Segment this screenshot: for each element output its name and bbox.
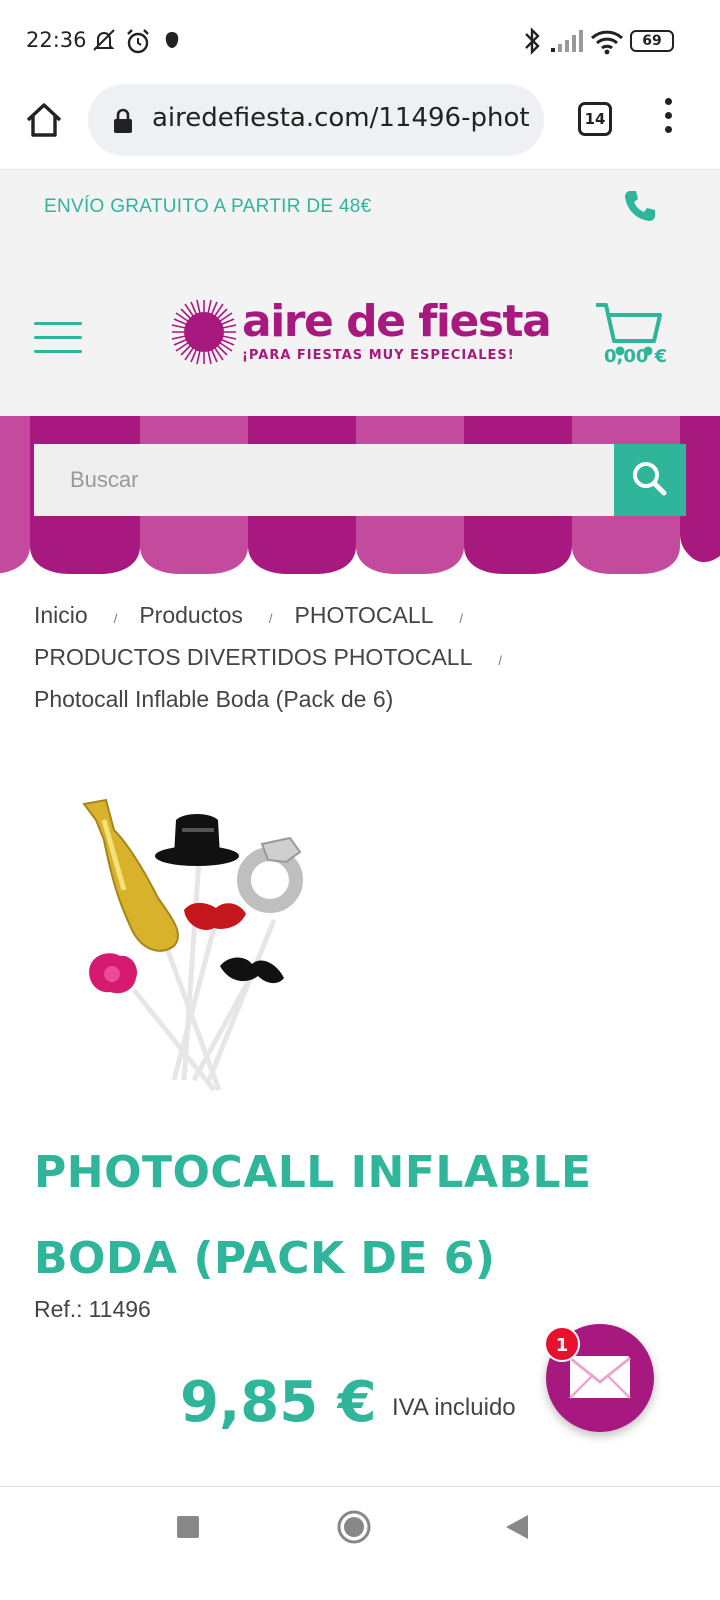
app-notification-icon [165,32,179,48]
alarm-icon [127,29,149,54]
signal-icon [551,30,583,52]
breadcrumb-separator: / [459,611,464,626]
promo-bar: ENVÍO GRATUITO A PARTIR DE 48€ [0,170,720,246]
browser-menu-button[interactable] [660,98,676,142]
logo-wordmark: aire de fiesta [242,296,552,347]
balloon-props-image [82,798,303,1092]
notification-badge: 1 [544,1326,580,1362]
site-logo[interactable]: aire de fiesta ¡PARA FIESTAS MUY ESPECIA… [170,296,552,368]
breadcrumb: Inicio / Productos / PHOTOCALL / PRODUCTOS DI… [34,596,674,718]
menu-dot-icon [664,112,672,119]
sun-logo-icon [171,299,237,365]
browser-toolbar: airedefiesta.com/11496-phot 14 [0,84,720,170]
search-banner [0,416,720,588]
clock: 22:36 [26,28,87,52]
product-image[interactable] [34,780,384,1110]
breadcrumb-home[interactable]: Inicio [34,602,88,628]
product-title-line-1: PHOTOCALL INFLABLE [34,1147,592,1198]
tab-switcher-button[interactable]: 14 [578,102,612,136]
address-bar[interactable]: airedefiesta.com/11496-phot [88,84,544,156]
bluetooth-icon [525,27,540,55]
breadcrumb-photocall[interactable]: PHOTOCALL [295,602,434,628]
breadcrumb-current: Photocall Inflable Boda (Pack de 6) [34,686,394,712]
menu-dot-icon [664,98,672,105]
logo-tagline: ¡PARA FIESTAS MUY ESPECIALES! [242,348,515,363]
reference-label: Ref.: [34,1296,83,1322]
product-reference: Ref.: 11496 [34,1296,151,1323]
breadcrumb-separator: / [268,611,273,626]
cart-total[interactable]: 0,00 € [604,346,667,367]
menu-dot-icon [664,126,672,133]
breadcrumb-products[interactable]: Productos [139,602,243,628]
product-title-line-2: BODA (PACK DE 6) [34,1233,496,1284]
url-text: airedefiesta.com/11496-phot [152,103,530,133]
search-icon [633,462,667,496]
battery-icon: 69 [630,30,674,52]
tax-note: IVA incluido [392,1394,516,1421]
wifi-icon [590,30,624,55]
lock-icon [114,108,132,133]
status-bar: 22:36 69 [0,0,720,84]
free-shipping-text: ENVÍO GRATUITO A PARTIR DE 48€ [44,196,372,217]
breadcrumb-separator: / [113,611,118,626]
back-icon[interactable] [504,1513,530,1541]
breadcrumb-category[interactable]: PRODUCTOS DIVERTIDOS PHOTOCALL [34,644,472,670]
phone-icon[interactable] [622,188,658,224]
breadcrumb-separator: / [498,653,502,668]
system-navigation-bar [0,1486,720,1600]
product-title: PHOTOCALL INFLABLE BODA (PACK DE 6) [34,1130,634,1302]
search-input[interactable] [34,444,614,516]
recent-apps-icon[interactable] [176,1515,200,1539]
site-header: aire de fiesta ¡PARA FIESTAS MUY ESPECIA… [0,246,720,416]
mute-notification-icon [93,29,115,51]
search-button[interactable] [614,444,686,516]
product-price: 9,85 € [180,1370,377,1435]
reference-value: 11496 [88,1296,151,1322]
home-icon[interactable] [24,100,64,140]
home-nav-icon[interactable] [336,1509,372,1545]
battery-level: 69 [642,33,662,49]
hamburger-menu-icon[interactable] [34,322,82,356]
